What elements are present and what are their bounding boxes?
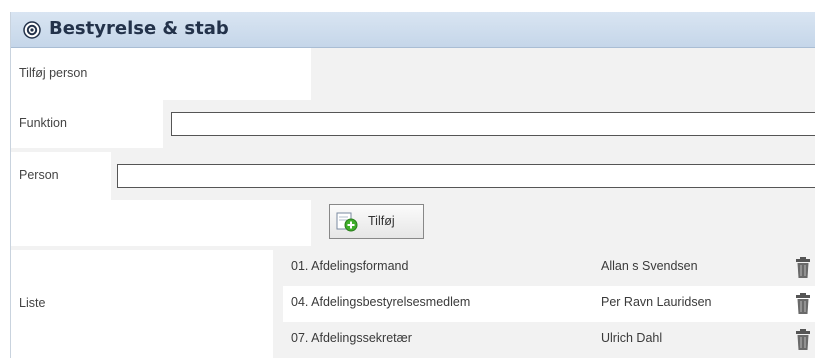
panel-title: Bestyrelse & stab bbox=[49, 18, 229, 39]
list-item-function: 04. Afdelingsbestyrelsesmedlem bbox=[291, 295, 471, 309]
add-icon bbox=[336, 212, 358, 232]
panel-header: Bestyrelse & stab bbox=[11, 12, 815, 48]
add-person-heading-cell: Tilføj person bbox=[11, 48, 311, 100]
list-item-function: 07. Afdelingssekretær bbox=[291, 331, 412, 345]
list-item: 04. Afdelingsbestyrelsesmedlem Per Ravn … bbox=[283, 286, 815, 322]
trash-icon[interactable] bbox=[795, 257, 811, 279]
person-label-cell: Person bbox=[11, 152, 111, 200]
board-staff-panel: Bestyrelse & stab Tilføj person Funktion… bbox=[10, 12, 815, 358]
funktion-label-cell: Funktion bbox=[11, 100, 163, 148]
trash-icon[interactable] bbox=[795, 293, 811, 315]
funktion-input[interactable] bbox=[171, 112, 815, 136]
list-item-person: Per Ravn Lauridsen bbox=[601, 295, 712, 309]
list-item-person: Allan s Svendsen bbox=[601, 259, 698, 273]
list-item: 01. Afdelingsformand Allan s Svendsen bbox=[283, 250, 815, 286]
add-person-heading: Tilføj person bbox=[19, 66, 88, 80]
trash-icon[interactable] bbox=[795, 329, 811, 351]
list-item-function: 01. Afdelingsformand bbox=[291, 259, 409, 273]
liste-label-cell: Liste bbox=[11, 250, 273, 358]
person-label: Person bbox=[19, 168, 59, 182]
person-input[interactable] bbox=[117, 164, 815, 188]
add-button-label: Tilføj bbox=[368, 214, 395, 228]
gear-icon bbox=[23, 21, 41, 39]
list-item: 07. Afdelingssekretær Ulrich Dahl bbox=[283, 322, 815, 358]
funktion-label: Funktion bbox=[19, 116, 67, 130]
button-row-spacer bbox=[11, 200, 311, 246]
liste-label: Liste bbox=[19, 296, 46, 310]
list-item-person: Ulrich Dahl bbox=[601, 331, 663, 345]
add-button[interactable]: Tilføj bbox=[329, 204, 424, 239]
